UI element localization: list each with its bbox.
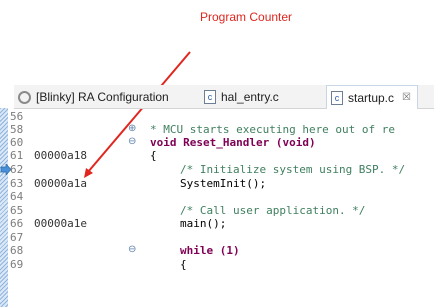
- c-file-icon: c: [204, 90, 216, 104]
- instruction-address: 00000a1a: [34, 177, 87, 190]
- line-number: 68: [10, 244, 24, 257]
- source-code-text: main();: [180, 217, 227, 230]
- line-number: 69: [10, 258, 24, 271]
- c-file-icon: c: [331, 90, 343, 105]
- collapse-fold-icon[interactable]: ⊖: [128, 244, 136, 255]
- tab-label: [Blinky] RA Configuration: [36, 90, 169, 104]
- line-number: 58: [10, 123, 24, 136]
- line-number: 66: [10, 217, 24, 230]
- source-code-text: {: [150, 149, 157, 162]
- source-code-text: /* Call user application. */: [180, 204, 366, 217]
- expand-fold-icon[interactable]: ⊕: [128, 123, 136, 134]
- tab-label: hal_entry.c: [221, 90, 279, 104]
- collapse-fold-icon[interactable]: ⊖: [128, 136, 136, 147]
- source-code-text: void Reset_Handler (void): [150, 136, 316, 149]
- program-counter-annotation: Program Counter: [200, 10, 293, 24]
- line-number: 61: [10, 149, 24, 162]
- close-icon[interactable]: ☒: [402, 92, 411, 103]
- source-code-text: SystemInit();: [180, 177, 267, 190]
- line-number: 60: [10, 136, 24, 149]
- tab-ra-configuration[interactable]: [Blinky] RA Configuration: [18, 87, 169, 107]
- line-number: 63: [10, 177, 24, 190]
- source-code-text: /* Initialize system using BSP. */: [180, 163, 406, 176]
- instruction-address: 00000a1e: [34, 217, 87, 230]
- tab-hal-entry[interactable]: c hal_entry.c: [204, 87, 279, 107]
- line-number: 64: [10, 190, 24, 203]
- editor-overview-ruler: [0, 108, 8, 307]
- instruction-address: 00000a18: [34, 149, 87, 162]
- line-number: 67: [10, 231, 24, 244]
- source-code-text: {: [180, 258, 187, 271]
- line-number: 56: [10, 110, 24, 123]
- source-code-text: * MCU starts executing here out of re: [150, 123, 396, 136]
- tab-startup[interactable]: c startup.c ☒: [326, 85, 418, 109]
- gear-icon: [18, 90, 31, 104]
- source-code-text: while (1): [180, 244, 240, 257]
- tab-label: startup.c: [348, 90, 395, 105]
- line-number: 62: [10, 163, 24, 176]
- line-number: 65: [10, 204, 24, 217]
- editor-tab-bar: [Blinky] RA Configuration c hal_entry.c …: [14, 85, 434, 109]
